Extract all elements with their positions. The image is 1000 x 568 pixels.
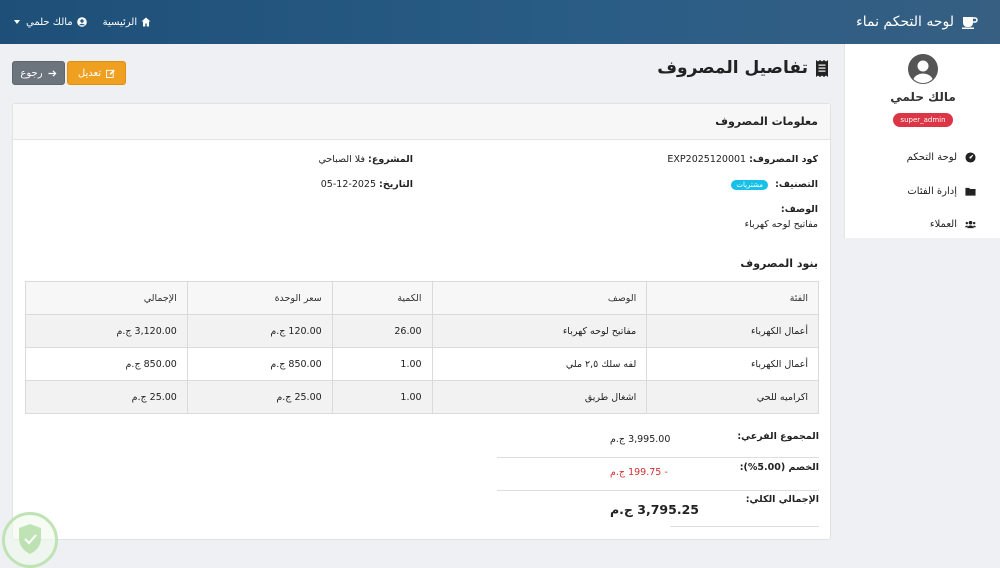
- summary-divider: [670, 526, 819, 527]
- page-title: تفاصيل المصروف: [657, 58, 828, 78]
- description-value: مفاتيح لوحه كهرباء: [744, 219, 818, 230]
- items-table: الفئة الوصف الكمية سعر الوحدة الإجمالي أ…: [25, 281, 819, 414]
- sidebar-item-categories[interactable]: إدارة الفئات: [907, 186, 976, 197]
- discount-label: الخصم (5.00%):: [739, 462, 819, 473]
- cell-category: أعمال الكهرباء: [646, 314, 819, 348]
- card-header-title: معلومات المصروف: [715, 115, 818, 128]
- project-field: المشروع: فلا الصباحي: [318, 154, 413, 165]
- cell-description: مفاتيح لوحه كهرباء: [431, 314, 648, 348]
- category-label: التصنيف:: [775, 179, 818, 190]
- edit-icon: [106, 69, 115, 78]
- sidebar-user-name: مالك حلمي: [890, 90, 956, 104]
- category-pill: مشتريات: [731, 179, 769, 190]
- coffee-cup-icon: [962, 17, 978, 29]
- date-label: التاريخ:: [379, 179, 413, 190]
- cell-total: 850.00 ج.م: [25, 347, 188, 381]
- shield-icon: [19, 524, 41, 554]
- top-navbar: لوحه التحكم نماء الرئيسية مالك حلمي: [0, 0, 1000, 44]
- edit-button-label: تعديل: [77, 67, 102, 79]
- user-menu-label: مالك حلمي: [26, 16, 73, 28]
- sidebar-item-dashboard[interactable]: لوحة التحكم: [907, 152, 976, 163]
- cell-qty: 1.00: [331, 347, 433, 381]
- cell-category: اكراميه للحي: [646, 380, 819, 414]
- cell-description: اشغال طريق: [431, 380, 648, 414]
- date-value: 2025-12-05: [320, 179, 377, 190]
- nav-home-link[interactable]: الرئيسية: [103, 17, 151, 28]
- column-header: سعر الوحدة: [186, 281, 333, 315]
- card-header: معلومات المصروف: [13, 104, 830, 140]
- chevron-down-icon: [14, 20, 20, 24]
- cell-total: 25.00 ج.م: [25, 380, 188, 414]
- cell-description: لفه سلك ٢,٥ ملي: [431, 347, 648, 381]
- table-row: أعمال الكهرباء لفه سلك ٢,٥ ملي 1.00 850.…: [25, 347, 819, 381]
- subtotal-row: المجموع الفرعي: 3,995.00 ج.م: [497, 431, 819, 451]
- brand-title: لوحه التحكم نماء: [856, 14, 954, 30]
- brand[interactable]: لوحه التحكم نماء: [856, 14, 978, 30]
- edit-button[interactable]: تعديل: [67, 61, 126, 85]
- cell-unit-price: 850.00 ج.م: [186, 347, 333, 381]
- nav-home-label: الرئيسية: [102, 16, 138, 28]
- sidebar: مالك حلمي super_admin لوحة التحكم إدارة …: [844, 44, 1000, 238]
- watermark-logo: [2, 512, 58, 568]
- page-title-text: تفاصيل المصروف: [657, 58, 808, 78]
- cell-qty: 1.00: [331, 380, 433, 414]
- project-label: المشروع:: [368, 154, 413, 165]
- arrow-right-icon: [48, 69, 57, 77]
- role-badge: super_admin: [893, 113, 953, 127]
- folder-icon: [965, 187, 976, 196]
- table-header-row: الفئة الوصف الكمية سعر الوحدة الإجمالي: [25, 281, 819, 315]
- cell-qty: 26.00: [331, 314, 433, 348]
- items-section-title: بنود المصروف: [740, 257, 818, 270]
- users-icon: [965, 220, 976, 229]
- total-label: الإجمالي الكلي:: [745, 494, 819, 505]
- date-field: التاريخ: 2025-12-05: [321, 179, 413, 190]
- cell-category: أعمال الكهرباء: [646, 347, 819, 381]
- summary-divider: [497, 490, 819, 491]
- expense-code-field: كود المصروف: EXP2025120001: [667, 154, 818, 165]
- expense-code-label: كود المصروف:: [749, 154, 818, 165]
- column-header: الفئة: [646, 281, 819, 315]
- column-header: الوصف: [431, 281, 648, 315]
- user-circle-icon: [76, 17, 87, 27]
- home-icon: [141, 17, 151, 27]
- receipt-icon: [816, 59, 828, 77]
- column-header: الكمية: [331, 281, 433, 315]
- dashboard-icon: [965, 152, 976, 163]
- total-value: 3,795.25 ج.م: [610, 502, 699, 517]
- sidebar-item-clients[interactable]: العملاء: [930, 219, 976, 230]
- cell-total: 3,120.00 ج.م: [25, 314, 188, 348]
- user-menu-toggle[interactable]: مالك حلمي: [14, 17, 87, 28]
- discount-value: - 199.75 ج.م: [610, 467, 668, 478]
- description-label: الوصف:: [780, 204, 818, 215]
- table-row: أعمال الكهرباء مفاتيح لوحه كهرباء 26.00 …: [25, 314, 819, 348]
- cell-unit-price: 120.00 ج.م: [186, 314, 333, 348]
- avatar: [908, 54, 938, 84]
- summary-divider: [497, 457, 819, 458]
- description-label-wrap: الوصف:: [781, 204, 818, 215]
- subtotal-value: 3,995.00 ج.م: [610, 434, 671, 445]
- discount-row: الخصم (5.00%): - 199.75 ج.م: [497, 462, 819, 482]
- sidebar-item-label: لوحة التحكم: [906, 152, 957, 163]
- nav-links: الرئيسية مالك حلمي: [14, 17, 151, 28]
- total-row: الإجمالي الكلي: 3,795.25 ج.م: [497, 494, 819, 520]
- expense-code-value: EXP2025120001: [667, 154, 747, 165]
- back-button[interactable]: رجوع: [12, 61, 65, 85]
- column-header: الإجمالي: [25, 281, 188, 315]
- category-field: التصنيف: مشتريات: [731, 179, 818, 190]
- sidebar-item-label: العملاء: [929, 219, 957, 230]
- cell-unit-price: 25.00 ج.م: [186, 380, 333, 414]
- table-row: اكراميه للحي اشغال طريق 1.00 25.00 ج.م 2…: [25, 380, 819, 414]
- back-button-label: رجوع: [20, 67, 43, 79]
- sidebar-item-label: إدارة الفئات: [907, 186, 957, 197]
- project-value: فلا الصباحي: [318, 154, 365, 165]
- subtotal-label: المجموع الفرعي:: [737, 431, 819, 442]
